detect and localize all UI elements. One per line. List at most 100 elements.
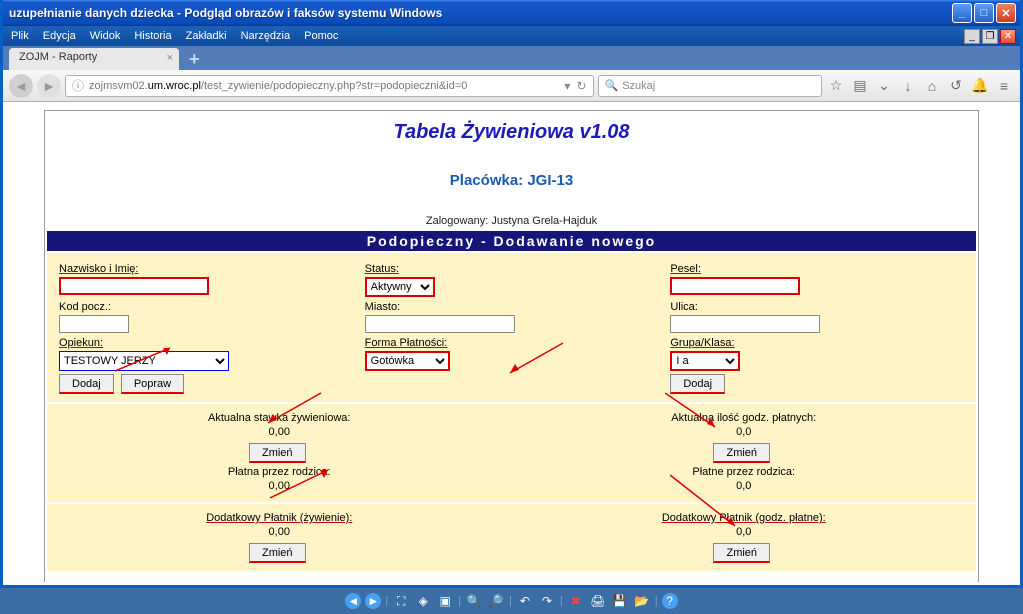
- status-select[interactable]: Aktywny: [365, 277, 435, 297]
- kod-input[interactable]: [59, 315, 129, 333]
- list-icon[interactable]: ▤: [850, 76, 870, 96]
- rotate-left-icon[interactable]: ↶: [516, 592, 534, 610]
- open-icon[interactable]: 📂: [633, 592, 651, 610]
- payer-left-label: Dodatkowy Płatnik (żywienie):: [47, 512, 512, 524]
- url-domain: um.wroc.pl: [148, 80, 201, 92]
- image-viewer-toolbar: ◄ ► | ⛶ ◈ ▣ | 🔍 🔎 | ↶ ↷ | ✖ 🖨 💾 📂 | ?: [0, 588, 1023, 614]
- fit-window-icon[interactable]: ⛶: [392, 592, 410, 610]
- rate-left-subval: 0,00: [47, 480, 512, 492]
- pesel-label: Pesel:: [670, 263, 964, 275]
- payer-left-val: 0,00: [47, 526, 512, 538]
- star-icon[interactable]: ☆: [826, 76, 846, 96]
- pesel-input[interactable]: [670, 277, 800, 295]
- tab-label: ZOJM - Raporty: [19, 51, 97, 63]
- actual-size-icon[interactable]: ◈: [414, 592, 432, 610]
- opiekun-dodaj-button[interactable]: Dodaj: [59, 374, 114, 394]
- minimize-button[interactable]: _: [952, 3, 972, 23]
- search-bar[interactable]: 🔍 Szukaj: [598, 75, 822, 97]
- ulica-label: Ulica:: [670, 301, 964, 313]
- miasto-label: Miasto:: [365, 301, 659, 313]
- inner-minimize-button[interactable]: _: [964, 29, 980, 44]
- next-image-button[interactable]: ►: [365, 593, 381, 609]
- payer-block: Dodatkowy Płatnik (żywienie): 0,00 Zmień…: [47, 504, 976, 571]
- globe-icon: ⓘ: [72, 77, 84, 94]
- nazwisko-input[interactable]: [59, 277, 209, 295]
- forma-label: Forma Płatności:: [365, 337, 659, 349]
- download-icon[interactable]: ↓: [898, 76, 918, 96]
- rotate-right-icon[interactable]: ↷: [538, 592, 556, 610]
- tab-close-icon[interactable]: ×: [167, 52, 173, 64]
- menu-bookmarks[interactable]: Zakładki: [186, 30, 227, 42]
- nav-toolbar: ◄ ► ⓘ zojmsvm02.um.wroc.pl/test_zywienie…: [3, 70, 1020, 102]
- menu-icon[interactable]: ≡: [994, 76, 1014, 96]
- url-path: /test_zywienie/podopieczny.php?str=podop…: [201, 80, 467, 92]
- inner-close-button[interactable]: ✕: [1000, 29, 1016, 44]
- banner-bar: Podopieczny - Dodawanie nowego: [47, 231, 976, 251]
- page-title: Tabela Żywieniowa v1.08: [45, 121, 978, 144]
- home-icon[interactable]: ⌂: [922, 76, 942, 96]
- bell-icon[interactable]: 🔔: [970, 76, 990, 96]
- rate-right-label: Aktualna ilość godz. płatnych:: [512, 412, 977, 424]
- menu-history[interactable]: Historia: [134, 30, 171, 42]
- miasto-input[interactable]: [365, 315, 515, 333]
- placowka-label: Placówka: JGI-13: [45, 172, 978, 189]
- save-icon[interactable]: 💾: [611, 592, 629, 610]
- print-icon[interactable]: 🖨: [589, 592, 607, 610]
- nazwisko-label: Nazwisko i Imię:: [59, 263, 353, 275]
- grupa-select[interactable]: I a: [670, 351, 740, 371]
- rate-left-val: 0,00: [47, 426, 512, 438]
- new-tab-button[interactable]: +: [183, 49, 206, 70]
- slideshow-icon[interactable]: ▣: [436, 592, 454, 610]
- payer-right-zmien-button[interactable]: Zmień: [713, 543, 770, 563]
- ulica-input[interactable]: [670, 315, 820, 333]
- inner-restore-button[interactable]: ❐: [982, 29, 998, 44]
- kod-label: Kod pocz.:: [59, 301, 353, 313]
- submit-row: OK Anuluj: [45, 581, 978, 582]
- form-block-main: Nazwisko i Imię: Status: Aktywny Pesel: …: [47, 253, 976, 402]
- tab-strip: ZOJM - Raporty × +: [3, 46, 1020, 70]
- status-label: Status:: [365, 263, 659, 275]
- browser-menubar: Plik Edycja Widok Historia Zakładki Narz…: [3, 26, 1020, 46]
- delete-icon[interactable]: ✖: [567, 592, 585, 610]
- url-prefix: zojmsvm02.: [89, 80, 148, 92]
- dropdown-icon[interactable]: ▾: [564, 79, 570, 93]
- reload-icon[interactable]: ↻: [576, 79, 586, 93]
- search-placeholder: Szukaj: [622, 80, 655, 92]
- zoom-in-icon[interactable]: 🔍: [465, 592, 483, 610]
- payer-right-val: 0,0: [512, 526, 977, 538]
- rate-left-zmien-button[interactable]: Zmień: [249, 443, 306, 463]
- menu-tools[interactable]: Narzędzia: [241, 30, 291, 42]
- close-button[interactable]: ✕: [996, 3, 1016, 23]
- page-viewport: Tabela Żywieniowa v1.08 Placówka: JGI-13…: [6, 102, 1017, 582]
- opiekun-select[interactable]: TESTOWY JERZY: [59, 351, 229, 371]
- menu-help[interactable]: Pomoc: [304, 30, 338, 42]
- payer-right-label: Dodatkowy Płatnik (godz. płatne):: [512, 512, 977, 524]
- window-titlebar: uzupełnianie danych dziecka - Podgląd ob…: [3, 0, 1020, 26]
- rate-left-sub: Płatna przez rodzica:: [47, 466, 512, 478]
- sync-icon[interactable]: ↺: [946, 76, 966, 96]
- maximize-button[interactable]: □: [974, 3, 994, 23]
- forma-select[interactable]: Gotówka: [365, 351, 450, 371]
- search-icon: 🔍: [605, 79, 619, 92]
- grupa-label: Grupa/Klasa:: [670, 337, 964, 349]
- rate-right-val: 0,0: [512, 426, 977, 438]
- payer-left-zmien-button[interactable]: Zmień: [249, 543, 306, 563]
- rate-right-zmien-button[interactable]: Zmień: [713, 443, 770, 463]
- menu-view[interactable]: Widok: [90, 30, 121, 42]
- back-button[interactable]: ◄: [9, 74, 33, 98]
- zoom-out-icon[interactable]: 🔎: [487, 592, 505, 610]
- url-bar[interactable]: ⓘ zojmsvm02.um.wroc.pl/test_zywienie/pod…: [65, 75, 594, 97]
- opiekun-popraw-button[interactable]: Popraw: [121, 374, 184, 394]
- prev-image-button[interactable]: ◄: [345, 593, 361, 609]
- menu-edit[interactable]: Edycja: [43, 30, 76, 42]
- window-title: uzupełnianie danych dziecka - Podgląd ob…: [7, 6, 952, 20]
- rate-right-subval: 0,0: [512, 480, 977, 492]
- pocket-icon[interactable]: ⌄: [874, 76, 894, 96]
- grupa-dodaj-button[interactable]: Dodaj: [670, 374, 725, 394]
- forward-button[interactable]: ►: [37, 74, 61, 98]
- browser-tab[interactable]: ZOJM - Raporty ×: [9, 48, 179, 70]
- rate-left-label: Aktualna stawka żywieniowa:: [47, 412, 512, 424]
- menu-file[interactable]: Plik: [11, 30, 29, 42]
- opiekun-label: Opiekun:: [59, 337, 353, 349]
- help-icon[interactable]: ?: [662, 593, 678, 609]
